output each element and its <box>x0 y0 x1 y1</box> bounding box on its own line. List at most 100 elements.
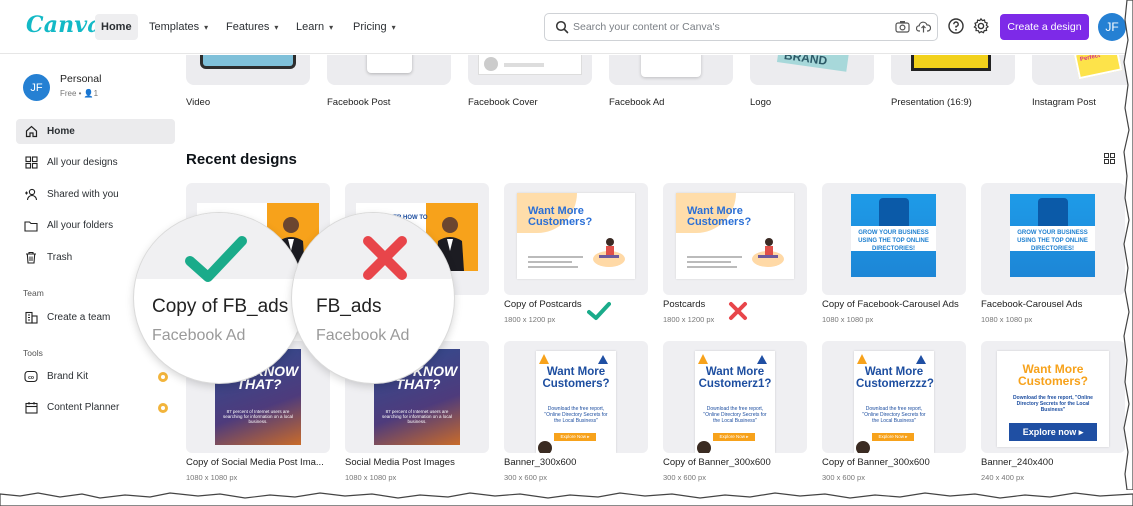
design-thumbnail: Want More Customers? <box>517 193 635 279</box>
design-thumbnail: GROW YOUR BUSINESS USING THE TOP ONLINE … <box>851 194 936 277</box>
design-card[interactable]: Want More Customers? Download the free r… <box>981 341 1125 453</box>
account-meta: Free • 👤1 <box>60 89 99 98</box>
template-thumb-facebook-cover[interactable] <box>468 55 592 85</box>
design-size: 1800 x 1200 px <box>663 315 715 324</box>
design-title[interactable]: Banner_240x400 <box>981 457 1053 468</box>
design-thumbnail: Want More Customerzzz? Download the free… <box>854 351 934 453</box>
thumbnail-headline: Want More Customerz1? <box>698 366 772 390</box>
design-title[interactable]: Postcards <box>663 299 705 310</box>
thumbnail-subtext: Download the free report, "Online Direct… <box>703 406 767 424</box>
template-label[interactable]: Logo <box>750 97 771 108</box>
sidebar-item-home[interactable]: Home <box>16 119 175 144</box>
thumbnail-button: Explore Now ▸ <box>713 433 755 441</box>
account-name[interactable]: Personal <box>60 73 101 85</box>
sidebar-item-label: Create a team <box>47 312 111 323</box>
upload-cloud-icon[interactable] <box>916 20 931 34</box>
design-title[interactable]: Copy of Banner_300x600 <box>822 457 930 468</box>
design-card[interactable]: Want More Customers? <box>504 183 648 295</box>
gear-icon[interactable] <box>972 17 990 35</box>
thumbnail-subtext: Download the free report, "Online Direct… <box>544 406 608 424</box>
nav-features-label: Features <box>226 21 270 33</box>
account-avatar[interactable]: JF <box>23 74 50 101</box>
recent-designs-heading: Recent designs <box>186 151 297 168</box>
team-heading: Team <box>23 288 44 298</box>
nav-learn[interactable]: Learn ▾ <box>290 14 339 40</box>
nav-home-label: Home <box>101 21 132 33</box>
design-size: 1080 x 1080 px <box>186 473 238 482</box>
design-title[interactable]: Copy of Banner_300x600 <box>663 457 771 468</box>
design-card[interactable]: GROW YOUR BUSINESS USING THE TOP ONLINE … <box>822 183 966 295</box>
template-label[interactable]: Facebook Post <box>327 97 390 108</box>
create-design-button[interactable]: Create a design <box>1000 14 1089 40</box>
grid-view-icon[interactable] <box>1104 153 1115 164</box>
sidebar-item-all-designs[interactable]: All your designs <box>16 150 175 175</box>
design-thumbnail: Want More Customers? Download the free r… <box>997 351 1109 447</box>
template-thumb-video[interactable] <box>186 55 310 85</box>
premium-crown-badge <box>158 402 168 413</box>
chevron-down-icon: ▾ <box>274 22 279 32</box>
template-label[interactable]: Instagram Post <box>1032 97 1096 108</box>
template-thumb-facebook-ad[interactable] <box>609 55 733 85</box>
nav-pricing[interactable]: Pricing ▾ <box>347 14 402 40</box>
thumbnail-button: Explore Now ▸ <box>554 433 596 441</box>
design-size: 300 x 600 px <box>822 473 865 482</box>
design-size: 1800 x 1200 px <box>504 315 556 324</box>
building-icon <box>24 311 38 325</box>
design-title[interactable]: Banner_300x600 <box>504 457 576 468</box>
design-thumbnail: GROW YOUR BUSINESS USING THE TOP ONLINE … <box>1010 194 1095 277</box>
torn-edge <box>0 492 1133 506</box>
magnifier-callout: Copy of FB_ads Facebook Ad <box>134 213 304 383</box>
design-thumbnail: Want More Customerz1? Download the free … <box>695 351 775 453</box>
template-label[interactable]: Facebook Cover <box>468 97 538 108</box>
home-icon <box>24 125 38 139</box>
sidebar-item-content-planner[interactable]: Content Planner <box>16 395 175 420</box>
template-label[interactable]: Facebook Ad <box>609 97 664 108</box>
sidebar-item-label: All your folders <box>47 220 114 231</box>
design-card[interactable]: Want More Customerz1? Download the free … <box>663 341 807 453</box>
template-thumb-logo[interactable]: BRAND <box>750 55 874 85</box>
nav-templates-label: Templates <box>149 21 200 33</box>
thumbnail-headline: Want More Customerzzz? <box>856 366 934 390</box>
design-card[interactable]: Want More Customers? <box>663 183 807 295</box>
camera-search-icon[interactable] <box>895 20 910 34</box>
nav-templates[interactable]: Templates ▾ <box>143 14 214 40</box>
thumbnail-button: Explore now ▸ <box>1009 423 1097 441</box>
template-label[interactable]: Video <box>186 97 210 108</box>
template-label[interactable]: Presentation (16:9) <box>891 97 972 108</box>
checkmark-icon <box>587 302 611 320</box>
design-thumbnail: Want More Customers? <box>676 193 794 279</box>
template-thumb-presentation[interactable] <box>891 55 1015 85</box>
sidebar-item-label: Trash <box>47 252 73 263</box>
thumbnail-headline: Want More Customers? <box>528 205 593 228</box>
thumbnail-subtext: Download the free report, "Online Direct… <box>862 406 926 424</box>
design-title[interactable]: Copy of Facebook-Carousel Ads <box>822 299 959 310</box>
nav-learn-label: Learn <box>296 21 325 33</box>
search-box[interactable] <box>544 13 938 41</box>
design-card[interactable]: GROW YOUR BUSINESS USING THE TOP ONLINE … <box>981 183 1125 295</box>
sidebar-item-brand-kit[interactable]: co Brand Kit <box>16 364 175 389</box>
template-thumb-facebook-post[interactable] <box>327 55 451 85</box>
chevron-down-icon: ▾ <box>204 22 209 32</box>
chevron-down-icon: ▾ <box>391 22 396 32</box>
canva-logo[interactable]: Canva <box>26 12 102 38</box>
design-card[interactable]: Want More Customerzzz? Download the free… <box>822 341 966 453</box>
sidebar-item-shared[interactable]: Shared with you <box>16 182 175 207</box>
thumbnail-button: Explore Now ▸ <box>872 433 914 441</box>
thumbnail-headline: Want More Customers? <box>687 205 752 228</box>
search-input[interactable] <box>573 18 873 36</box>
cross-icon <box>729 302 747 320</box>
design-title[interactable]: Copy of Social Media Post Ima... <box>186 457 324 468</box>
design-title[interactable]: Copy of Postcards <box>504 299 582 310</box>
design-title[interactable]: Facebook-Carousel Ads <box>981 299 1082 310</box>
nav-home[interactable]: Home <box>95 14 138 40</box>
design-card[interactable]: Want More Customers? Download the free r… <box>504 341 648 453</box>
folder-icon <box>24 219 38 233</box>
premium-crown-badge <box>158 371 168 382</box>
nav-features[interactable]: Features ▾ <box>220 14 284 40</box>
template-thumb-instagram-post[interactable]: Perfect <box>1032 55 1133 85</box>
design-size: 1080 x 1080 px <box>822 315 874 324</box>
magnified-design-title: Copy of FB_ads <box>152 296 289 317</box>
checkmark-icon <box>185 236 247 282</box>
design-title[interactable]: Social Media Post Images <box>345 457 455 468</box>
help-icon[interactable] <box>947 17 965 35</box>
